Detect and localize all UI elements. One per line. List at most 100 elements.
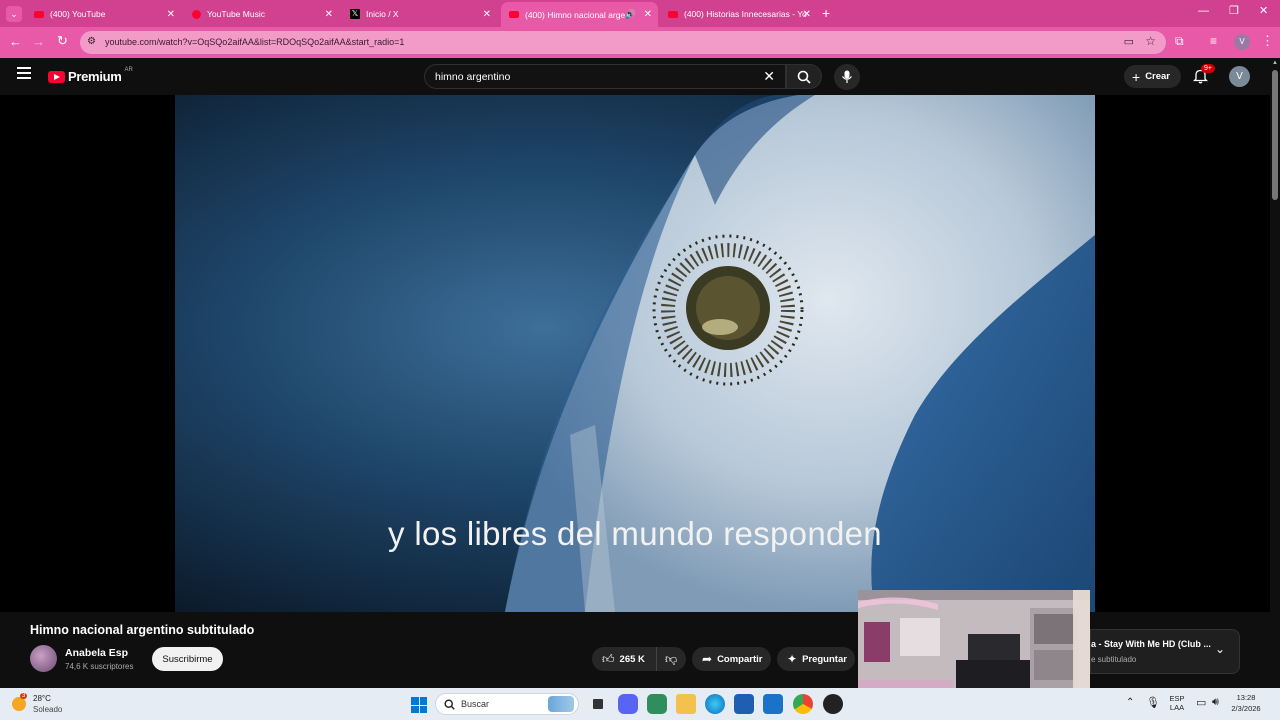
youtube-icon: [34, 10, 44, 18]
clear-search-icon[interactable]: ✕: [763, 68, 775, 85]
youtube-icon: [509, 11, 519, 18]
notification-badge: 9+: [1201, 64, 1215, 73]
extensions-icon[interactable]: ⧉: [1175, 34, 1184, 49]
url-text[interactable]: youtube.com/watch?v=OqSQo2aifAA&list=RDO…: [105, 37, 404, 47]
sun-weather-icon: [12, 697, 26, 711]
tab-x[interactable]: 𝕏 Inicio / X ✕: [342, 3, 497, 25]
weather-badge: 3: [20, 693, 28, 699]
search-icon: [797, 70, 811, 84]
hamburger-menu-icon[interactable]: [17, 67, 31, 79]
taskbar-search-placeholder: Buscar: [461, 699, 490, 709]
file-explorer-icon[interactable]: [676, 694, 696, 714]
channel-avatar[interactable]: [30, 645, 57, 672]
close-window-button[interactable]: ✕: [1259, 4, 1268, 17]
weather-widget[interactable]: 3 28°C Soleado: [12, 693, 72, 715]
tab-title: Inicio / X: [366, 9, 399, 19]
close-icon[interactable]: ✕: [483, 9, 491, 20]
reload-button[interactable]: ↻: [57, 33, 68, 49]
omnibox[interactable]: ⚙ youtube.com/watch?v=OqSQo2aifAA&list=R…: [80, 31, 1166, 54]
playlist-card[interactable]: a - Stay With Me HD (Club ... e subtitul…: [1090, 629, 1240, 674]
clock[interactable]: 13:28 2/3/2026: [1230, 693, 1262, 713]
bookmark-star-icon[interactable]: ☆: [1145, 34, 1156, 48]
sparkle-icon: ✦: [787, 652, 798, 666]
ask-label: Preguntar: [802, 653, 847, 665]
windows-taskbar: 3 28°C Soleado Buscar ⌃ 🎙︎ ESP LAA ▭ 🔊︎ …: [0, 688, 1280, 720]
page-scrollbar[interactable]: ▲: [1270, 58, 1280, 688]
microsoft-store-icon[interactable]: [734, 694, 754, 714]
create-button[interactable]: + Crear: [1124, 65, 1181, 88]
region-label: AR: [124, 66, 133, 73]
clock-time: 13:28: [1236, 693, 1256, 702]
close-icon[interactable]: ✕: [325, 9, 333, 20]
search-button[interactable]: [786, 64, 822, 89]
weather-temp: 28°C: [33, 694, 51, 703]
youtube-icon: [668, 10, 678, 18]
share-label: Compartir: [717, 653, 763, 665]
network-icon[interactable]: ▭: [1196, 696, 1206, 709]
subscribe-button[interactable]: Suscribirme: [152, 647, 223, 671]
language-indicator[interactable]: ESP LAA: [1166, 694, 1188, 712]
back-button[interactable]: ←: [9, 34, 22, 49]
microphone-tray-icon[interactable]: 🎙︎: [1146, 696, 1160, 709]
lang-top: ESP: [1169, 694, 1185, 703]
new-tab-button[interactable]: +: [822, 5, 830, 21]
discord-icon[interactable]: [618, 694, 638, 714]
maximize-button[interactable]: ❐: [1229, 4, 1239, 17]
search-highlight-image: [548, 696, 574, 712]
cast-icon[interactable]: ▭: [1124, 35, 1134, 48]
profile-avatar[interactable]: V: [1234, 34, 1250, 50]
like-count: 265 K: [619, 653, 645, 665]
account-avatar[interactable]: V: [1229, 66, 1250, 87]
scroll-up-icon[interactable]: ▲: [1272, 60, 1278, 66]
reading-list-icon[interactable]: ≡: [1210, 34, 1217, 48]
close-icon[interactable]: ✕: [167, 9, 175, 20]
forward-button[interactable]: →: [32, 34, 45, 49]
edge-icon[interactable]: [705, 694, 725, 714]
video-subtitle: y los libres del mundo responden: [388, 515, 882, 552]
tab-search-icon[interactable]: ⌄: [6, 6, 22, 22]
app-icon[interactable]: [823, 694, 843, 714]
outlook-icon[interactable]: [763, 694, 783, 714]
weather-desc: Soleado: [33, 705, 63, 714]
search-box[interactable]: himno argentino ✕: [424, 64, 786, 89]
video-player[interactable]: y los libres del mundo responden: [0, 95, 1270, 612]
browser-menu-icon[interactable]: ⋮: [1261, 33, 1274, 49]
minimize-button[interactable]: —: [1198, 5, 1209, 17]
browser-tab-bar: ⌄ (400) YouTube ✕ YouTube Music ✕ 𝕏 Inic…: [0, 0, 1280, 27]
voice-search-button[interactable]: [834, 64, 860, 90]
search-input[interactable]: himno argentino: [435, 71, 510, 83]
volume-icon[interactable]: 🔊︎: [1212, 696, 1219, 709]
tab-title: (400) YouTube: [50, 9, 106, 19]
channel-name[interactable]: Anabela Esp: [65, 647, 128, 659]
store-app-icon[interactable]: [647, 694, 667, 714]
task-view-icon[interactable]: [588, 694, 608, 714]
site-info-icon[interactable]: ⚙: [87, 36, 96, 47]
clock-date: 2/3/2026: [1231, 704, 1261, 713]
microphone-icon: [842, 70, 852, 83]
share-button[interactable]: ➦ Compartir: [692, 647, 771, 671]
scrollbar-thumb[interactable]: [1272, 70, 1278, 200]
dislike-button[interactable]: 👎︎: [656, 647, 686, 671]
audio-icon[interactable]: 🔊: [625, 9, 636, 20]
tab-youtube-music[interactable]: YouTube Music ✕: [184, 3, 339, 25]
address-bar: ← → ↻ ⚙ youtube.com/watch?v=OqSQo2aifAA&…: [0, 27, 1280, 58]
tab-historias[interactable]: (400) Historias Innecesarias - Yo ✕: [660, 3, 817, 25]
create-label: Crear: [1145, 71, 1171, 82]
start-button[interactable]: [411, 697, 427, 713]
logo-text: Premium: [68, 69, 122, 84]
close-icon[interactable]: ✕: [803, 9, 811, 20]
youtube-logo[interactable]: Premium AR: [48, 66, 133, 84]
ask-button[interactable]: ✦ Preguntar: [777, 647, 855, 671]
tray-overflow-icon[interactable]: ⌃: [1126, 697, 1134, 708]
notifications-button[interactable]: 9+: [1192, 64, 1215, 89]
taskbar-search[interactable]: Buscar: [435, 693, 579, 715]
subscriber-count: 74,6 K suscriptores: [65, 662, 134, 671]
chrome-icon[interactable]: [793, 694, 813, 714]
youtube-header: Premium AR himno argentino ✕ + Crear 9+ …: [0, 58, 1280, 95]
youtube-music-icon: [192, 9, 201, 19]
tab-himno[interactable]: (400) Himno nacional arge 🔊 ✕: [501, 2, 658, 27]
chevron-down-icon[interactable]: ⌄: [1215, 642, 1225, 656]
close-icon[interactable]: ✕: [644, 9, 652, 20]
tab-youtube[interactable]: (400) YouTube ✕: [26, 3, 181, 25]
like-button[interactable]: 👍︎ 265 K: [592, 647, 656, 671]
